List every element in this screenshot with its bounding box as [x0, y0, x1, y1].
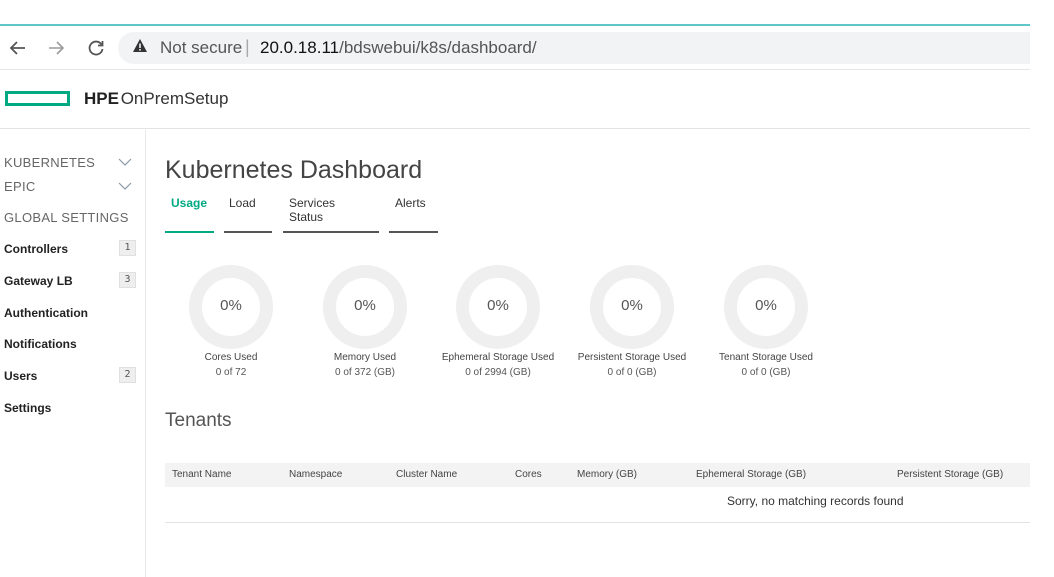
url-host: 20.0.18.11 — [260, 38, 340, 57]
cores-gauge-sub: 0 of 72 — [215, 367, 247, 378]
column-persistent-storage[interactable]: Persistent Storage (GB) — [897, 469, 1003, 480]
column-cluster-name[interactable]: Cluster Name — [396, 469, 457, 480]
back-button[interactable] — [6, 34, 30, 62]
column-memory[interactable]: Memory (GB) — [577, 469, 637, 480]
sidebar-item-settings[interactable]: Settings — [4, 401, 51, 415]
column-ephemeral-storage[interactable]: Ephemeral Storage (GB) — [696, 469, 806, 480]
app-brand[interactable]: HPE OnPremSetup — [84, 89, 228, 109]
column-tenant-name[interactable]: Tenant Name — [172, 469, 231, 480]
address-bar[interactable]: Not secure | 20.0.18.11/bdswebui/k8s/das… — [118, 32, 1030, 64]
url-text[interactable]: 20.0.18.11/bdswebui/k8s/dashboard/ — [260, 38, 537, 58]
users-count-badge: 2 — [119, 367, 136, 383]
controllers-count-badge: 1 — [119, 240, 136, 256]
sidebar-section-kubernetes[interactable]: KUBERNETES — [4, 155, 95, 170]
sidebar-section-global-settings[interactable]: GLOBAL SETTINGS — [4, 210, 129, 225]
cores-gauge-value: 0% — [220, 297, 242, 314]
warning-icon[interactable] — [132, 38, 148, 58]
not-secure-label[interactable]: Not secure — [160, 38, 242, 58]
sidebar-item-authentication[interactable]: Authentication — [4, 306, 88, 320]
tab-load-underline — [224, 231, 272, 233]
tenants-table-header: Tenant Name Namespace Cluster Name Cores… — [165, 463, 1030, 487]
tab-usage[interactable]: Usage — [171, 196, 207, 210]
tab-alerts-underline — [389, 231, 438, 233]
cores-gauge-label: Cores Used — [204, 352, 258, 363]
table-divider — [165, 522, 1030, 523]
url-separator: | — [245, 37, 250, 57]
persistent-storage-gauge-value: 0% — [621, 297, 643, 314]
chevron-down-icon[interactable] — [118, 181, 132, 193]
ephemeral-storage-gauge-label: Ephemeral Storage Used — [441, 352, 555, 363]
tab-alerts[interactable]: Alerts — [395, 196, 426, 210]
page-title: Kubernetes Dashboard — [165, 156, 423, 184]
arrow-left-icon — [9, 41, 25, 55]
forward-button[interactable] — [44, 34, 68, 62]
ephemeral-storage-gauge-sub: 0 of 2994 (GB) — [465, 367, 531, 378]
tab-services-status[interactable]: Services Status — [289, 196, 335, 224]
tab-services-status-underline — [283, 231, 379, 233]
persistent-storage-gauge-label: Persistent Storage Used — [577, 352, 687, 363]
reload-button[interactable] — [84, 34, 108, 62]
memory-gauge-value: 0% — [354, 297, 376, 314]
column-namespace[interactable]: Namespace — [289, 469, 342, 480]
arrow-right-icon — [49, 41, 65, 55]
tenant-storage-gauge-value: 0% — [755, 297, 777, 314]
sidebar-item-gateway-lb[interactable]: Gateway LB — [4, 274, 73, 288]
tenants-empty-message: Sorry, no matching records found — [727, 494, 904, 508]
url-path: /bdswebui/k8s/dashboard/ — [339, 38, 537, 57]
tab-usage-underline — [165, 231, 214, 233]
chevron-down-icon[interactable] — [118, 157, 132, 169]
tenants-heading: Tenants — [165, 410, 232, 431]
sidebar-item-notifications[interactable]: Notifications — [4, 337, 77, 351]
sidebar: KUBERNETES EPIC GLOBAL SETTINGS Controll… — [0, 130, 146, 577]
app-header: HPE OnPremSetup — [0, 71, 1030, 129]
tenant-storage-gauge-label: Tenant Storage Used — [719, 352, 813, 363]
sidebar-item-users[interactable]: Users — [4, 369, 37, 383]
reload-icon — [88, 40, 104, 56]
brand-product: OnPremSetup — [120, 89, 229, 108]
sidebar-item-controllers[interactable]: Controllers — [4, 242, 68, 256]
hpe-logo[interactable] — [5, 91, 70, 106]
column-cores[interactable]: Cores — [515, 469, 542, 480]
memory-gauge-sub: 0 of 372 (GB) — [334, 367, 396, 378]
persistent-storage-gauge-sub: 0 of 0 (GB) — [607, 367, 657, 378]
memory-gauge-label: Memory Used — [333, 352, 397, 363]
tab-load[interactable]: Load — [229, 196, 256, 210]
ephemeral-storage-gauge-value: 0% — [487, 297, 509, 314]
tenant-storage-gauge-sub: 0 of 0 (GB) — [741, 367, 791, 378]
brand-hpe: HPE — [84, 89, 119, 108]
gateway-lb-count-badge: 3 — [119, 272, 136, 288]
sidebar-section-epic[interactable]: EPIC — [4, 179, 36, 194]
browser-toolbar: Not secure | 20.0.18.11/bdswebui/k8s/das… — [0, 26, 1030, 70]
